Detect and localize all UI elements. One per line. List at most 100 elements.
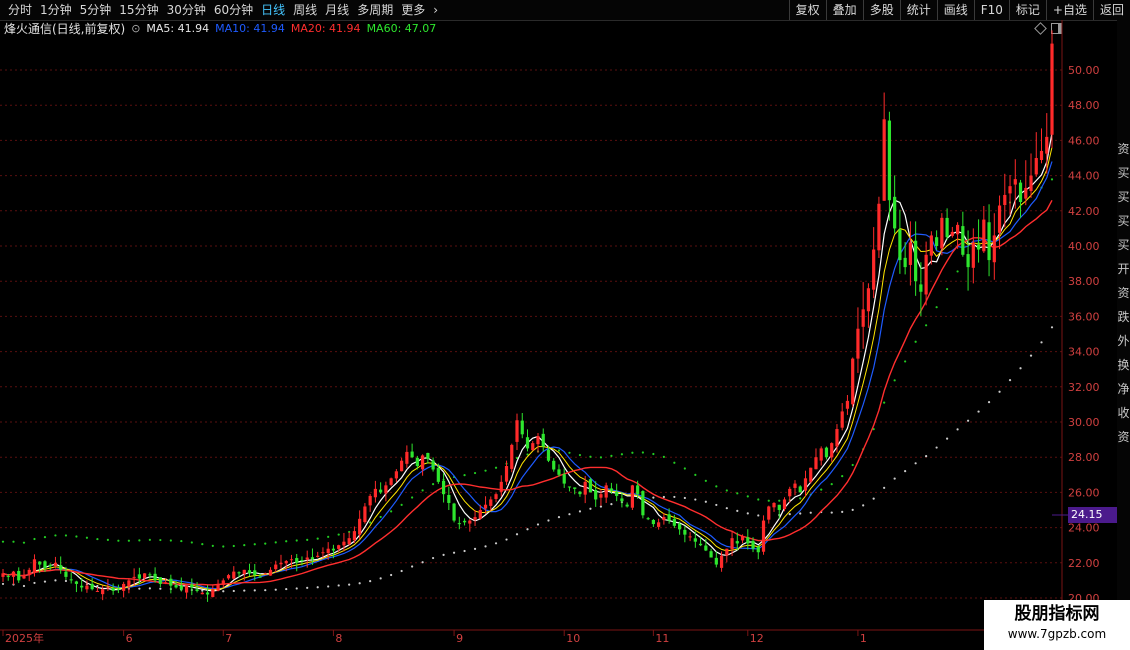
candle-body: [861, 309, 865, 327]
side-strip-label: 买: [1117, 190, 1130, 204]
ma-dots-green: [232, 544, 235, 548]
candle-body: [573, 487, 577, 489]
ma-dots-white: [788, 513, 791, 516]
candle-body: [955, 224, 960, 235]
ma-dots-green: [830, 483, 833, 486]
ma-dots-green: [484, 469, 487, 472]
candle-body: [898, 229, 902, 261]
candle-body: [310, 557, 315, 560]
watermark-url: www.7gpzb.com: [1007, 627, 1107, 641]
candle-body: [316, 555, 320, 557]
ma-dots-green: [746, 495, 749, 498]
ma-dots-white: [484, 545, 487, 548]
ma-dots-white: [547, 519, 550, 522]
candle-body: [814, 457, 818, 470]
y-tick-label: 46.00: [1068, 134, 1100, 147]
candle-body: [562, 474, 566, 484]
candle-body: [625, 504, 629, 507]
side-strip-label: 买: [1117, 214, 1130, 228]
candle-body: [793, 483, 797, 488]
ma-dots-white: [452, 551, 456, 554]
candle-body: [704, 545, 708, 551]
ma-dots-white: [757, 514, 760, 517]
candle-body: [976, 244, 981, 250]
ma-dots-white: [893, 477, 896, 480]
candle-body: [557, 469, 561, 475]
candle-body: [908, 242, 912, 265]
ma-dots-green: [22, 541, 26, 544]
candle-body: [22, 575, 26, 579]
candle-body: [415, 457, 419, 466]
candle-body: [583, 481, 587, 495]
ma-dots-white: [274, 588, 277, 591]
candle-body: [69, 579, 73, 581]
candle-body: [405, 451, 409, 464]
ma-dots-green: [285, 540, 288, 543]
ma-dots-white: [369, 580, 372, 583]
ma-dots-white: [327, 585, 330, 588]
side-panel-strip[interactable]: 资买买买买开资跌外换净收资: [1117, 20, 1130, 630]
candle-body: [216, 583, 220, 591]
candle-body: [237, 572, 241, 574]
candle-body: [300, 560, 304, 562]
x-tick-label: 9: [456, 632, 463, 645]
ma-dots-white: [379, 577, 382, 580]
candle-body: [253, 570, 257, 576]
ma-dots-white: [1029, 354, 1033, 357]
candle-body: [536, 436, 540, 445]
ma-dots-white: [966, 419, 970, 422]
x-tick-label: 2025年: [5, 631, 44, 645]
candle-body: [767, 506, 771, 520]
ma-dots-green: [620, 453, 624, 456]
ma-dots-white: [285, 587, 288, 591]
candle-body: [53, 562, 58, 566]
candle-body: [683, 529, 687, 535]
ma-dots-green: [935, 306, 938, 309]
candle-body: [174, 585, 178, 588]
ma-dots-white: [390, 573, 393, 577]
candle-body: [903, 257, 907, 268]
candle-body: [641, 491, 645, 516]
candle-body: [441, 480, 446, 495]
ma-dots-white: [704, 500, 707, 503]
candle-body: [1050, 43, 1054, 135]
candle-body: [384, 485, 388, 494]
ma-dots-white: [652, 496, 655, 499]
candle-body: [11, 571, 16, 577]
ma-dots-green: [725, 489, 728, 492]
candlestick-chart[interactable]: 50.00 48.00 46.00 44.00 42.00 40.00 38.00 36.00…: [0, 0, 1130, 650]
candle-body: [436, 467, 440, 482]
ma-dots-green: [473, 471, 477, 475]
ma-dots-white: [946, 437, 949, 440]
candle-body: [226, 575, 231, 579]
ma-dots-green: [778, 499, 781, 502]
ma-dots-white: [421, 561, 424, 564]
candle-body: [95, 590, 100, 592]
ma-dots-white: [610, 503, 613, 506]
ma-dots-white: [316, 586, 319, 589]
candle-body: [630, 485, 634, 508]
ma-dots-green: [736, 492, 739, 495]
candle-body: [38, 561, 42, 565]
candle-body: [840, 411, 844, 428]
ma-dots-green: [883, 401, 886, 404]
candle-body: [520, 420, 524, 435]
ma-dots-green: [117, 539, 120, 542]
side-strip-label: 换: [1117, 358, 1130, 372]
candle-body: [709, 551, 713, 558]
x-tick-label: 12: [750, 632, 764, 645]
y-tick-label: 38.00: [1068, 275, 1100, 288]
ma-dots-green: [64, 534, 68, 537]
candle-body: [987, 222, 991, 261]
ma-dots-white: [746, 512, 749, 515]
candle-body: [1045, 136, 1049, 154]
ma-dots-green: [148, 538, 151, 541]
candle-body: [877, 203, 881, 251]
ma-dots-white: [914, 462, 917, 465]
side-strip-label: 买: [1117, 238, 1130, 252]
ma-dots-white: [411, 565, 414, 568]
candle-body: [940, 217, 944, 249]
ma-dots-white: [505, 538, 508, 541]
candle-body: [389, 478, 393, 485]
candle-body: [961, 226, 965, 255]
